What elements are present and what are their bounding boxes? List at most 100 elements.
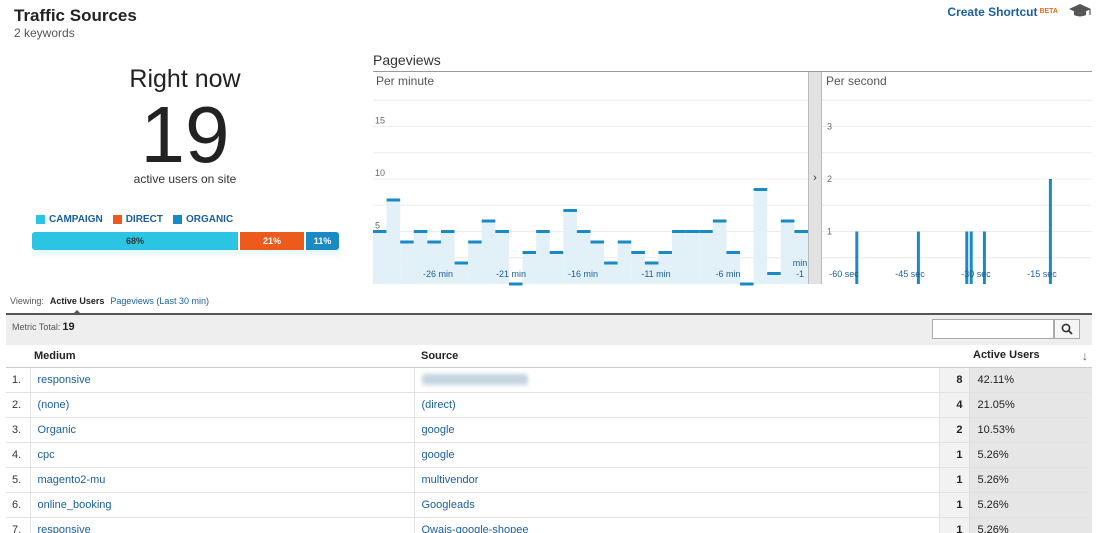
chevron-right-icon: › <box>813 172 817 184</box>
table-row: 2. (none) (direct) 4 21.05% <box>6 392 1092 418</box>
active-users-percent: 21.05% <box>968 392 1092 418</box>
medium-link[interactable]: online_booking <box>38 499 112 511</box>
medium-cell: cpc <box>30 442 415 468</box>
source-link[interactable]: (direct) <box>422 399 456 411</box>
chart-toggle-button[interactable]: › <box>808 72 822 284</box>
beta-badge: BETA <box>1039 8 1058 15</box>
tab-active-users[interactable]: Active Users <box>50 296 104 315</box>
y-tick-label: 2 <box>827 174 832 184</box>
graduation-cap-icon[interactable] <box>1068 3 1092 19</box>
medium-cell: responsive <box>30 517 415 533</box>
medium-link[interactable]: magento2-mu <box>38 474 106 486</box>
medium-cell: online_booking <box>30 492 415 518</box>
active-users-value: 4 <box>938 392 969 418</box>
search-button[interactable] <box>1054 319 1080 339</box>
table-row: 6. online_booking Googleads 1 5.26% <box>6 492 1092 518</box>
row-index: 4. <box>6 442 31 468</box>
x-tick-label: -11 min <box>641 269 670 279</box>
minute-bar <box>753 189 768 284</box>
x-tick-label: -1 <box>796 269 804 279</box>
per-minute-title: Per minute <box>376 74 434 88</box>
pageviews-title: Pageviews <box>373 52 441 68</box>
minute-bar <box>386 200 401 284</box>
x-tick-label: min <box>793 258 808 268</box>
active-users-percent: 5.26% <box>968 442 1092 468</box>
legend-item-organic: ORGANIC <box>172 214 233 225</box>
active-users-value: 2 <box>938 417 969 443</box>
source-cell: google <box>414 417 939 443</box>
x-tick-label: -60 sec <box>829 269 859 279</box>
active-users-value: 1 <box>938 442 969 468</box>
header-active-users-label: Active Users <box>973 348 1040 361</box>
active-users-percent: 5.26% <box>968 492 1092 518</box>
row-index: 5. <box>6 467 31 493</box>
row-index: 3. <box>6 417 31 443</box>
header-index <box>6 345 30 368</box>
source-cell: google <box>414 442 939 468</box>
legend-swatch <box>172 215 182 224</box>
traffic-table-panel: Metric Total: 19 Medium Source Active Use… <box>6 313 1092 533</box>
traffic-table: Medium Source Active Users ↓ 1. responsive… <box>6 345 1092 533</box>
source-link[interactable]: Googleads <box>422 499 475 511</box>
legend-swatch <box>112 215 122 224</box>
medium-cell: magento2-mu <box>30 467 415 493</box>
row-index: 6. <box>6 492 31 518</box>
metric-total-value: 19 <box>62 321 75 333</box>
medium-link[interactable]: responsive <box>38 524 91 533</box>
page-subtitle: 2 keywords <box>14 26 75 40</box>
minute-bar <box>780 221 795 284</box>
viewing-label: Viewing: <box>10 296 44 306</box>
medium-cell: Organic <box>30 417 415 443</box>
minute-bar <box>373 231 387 284</box>
medium-legend: CAMPAIGN DIRECT ORGANIC <box>36 214 233 225</box>
active-users-percent: 42.11% <box>968 367 1092 393</box>
metric-total-bar: Metric Total: 19 <box>6 313 1092 345</box>
source-cell: Googleads <box>414 492 939 518</box>
active-users-percent: 5.26% <box>968 467 1092 493</box>
active-users-value: 1 <box>938 492 969 518</box>
active-users-value: 1 <box>938 467 969 493</box>
minute-bar <box>604 263 618 284</box>
per-second-chart: Per second 1 2 3 -60 sec -45 sec -30 sec -15 se… <box>822 74 1092 284</box>
source-cell: (direct) <box>414 392 939 418</box>
minute-bar <box>468 242 482 284</box>
tab-pageviews[interactable]: Pageviews (Last 30 min) <box>110 296 209 306</box>
sort-down-icon[interactable]: ↓ <box>1082 349 1088 363</box>
split-segment-campaign: 68% <box>32 232 238 250</box>
y-tick-label: 5 <box>375 221 380 231</box>
minute-bar <box>767 273 781 284</box>
row-index: 7. <box>6 517 31 533</box>
header-source[interactable]: Source <box>414 345 939 368</box>
medium-link[interactable]: responsive <box>38 374 91 386</box>
per-second-title: Per second <box>826 74 887 88</box>
source-link[interactable]: Owais-google-shopee <box>422 524 529 533</box>
active-users-caption: active users on site <box>133 172 237 186</box>
split-bar-shadow <box>32 250 339 260</box>
create-shortcut-link[interactable]: Create Shortcut BETA <box>947 5 1058 19</box>
x-tick-label: -16 min <box>568 269 598 279</box>
table-row: 4. cpc google 1 5.26% <box>6 442 1092 468</box>
source-link[interactable]: google <box>422 424 455 436</box>
search-input[interactable] <box>932 319 1054 339</box>
viewing-selector: Viewing: Active Users Pageviews (Last 30… <box>10 296 209 315</box>
minute-bar <box>481 221 496 284</box>
header-active-users[interactable]: Active Users ↓ <box>939 345 1092 368</box>
source-link[interactable]: multivendor <box>422 474 479 486</box>
legend-item-direct: DIRECT <box>112 214 163 225</box>
y-tick-label: 3 <box>827 122 832 132</box>
metric-total-label: Metric Total: <box>12 322 61 332</box>
source-cell: multivendor <box>414 467 939 493</box>
header-medium[interactable]: Medium <box>30 345 414 368</box>
row-index: 2. <box>6 392 31 418</box>
medium-link[interactable]: (none) <box>38 399 70 411</box>
search-icon <box>1061 323 1073 335</box>
medium-cell: (none) <box>30 392 415 418</box>
active-users-percent: 10.53% <box>968 417 1092 443</box>
split-segment-organic: 11% <box>306 232 339 250</box>
medium-link[interactable]: cpc <box>38 449 55 461</box>
minute-bar <box>672 231 686 284</box>
medium-link[interactable]: Organic <box>38 424 77 436</box>
source-link[interactable]: google <box>422 449 455 461</box>
active-users-percent: 5.26% <box>968 517 1092 533</box>
table-row: 7. responsive Owais-google-shopee 1 5.26% <box>6 517 1092 533</box>
